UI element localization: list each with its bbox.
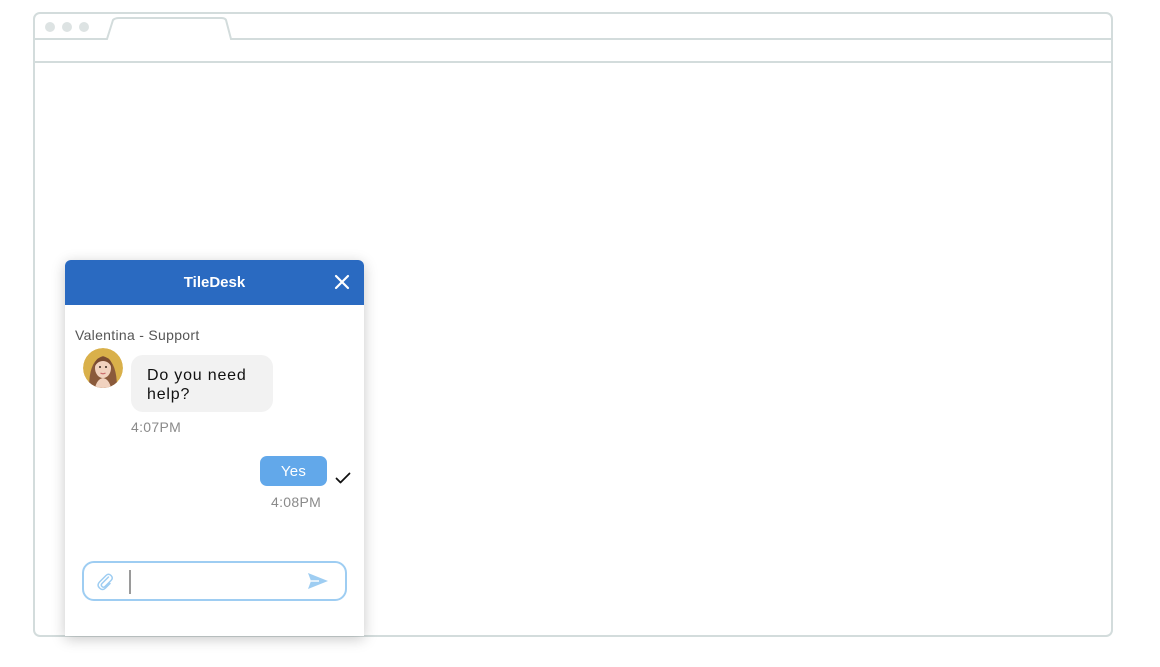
minimize-window-dot[interactable] xyxy=(62,22,72,32)
agent-message-bubble: Do you need help? xyxy=(131,355,273,412)
text-caret xyxy=(129,570,131,594)
user-message-time: 4:08PM xyxy=(271,494,322,510)
agent-name: Valentina - Support xyxy=(75,327,200,343)
chat-title: TileDesk xyxy=(183,274,246,291)
message-input[interactable] xyxy=(128,570,298,594)
paperclip-icon[interactable] xyxy=(96,572,114,592)
close-window-dot[interactable] xyxy=(45,22,55,32)
send-icon[interactable] xyxy=(307,572,329,590)
check-icon xyxy=(335,472,351,484)
chat-widget: TileDesk Valentina - Support Do you need… xyxy=(65,260,364,636)
browser-tab-bar xyxy=(35,17,1111,40)
agent-message-time: 4:07PM xyxy=(131,419,182,435)
close-icon[interactable] xyxy=(334,274,350,290)
message-composer xyxy=(82,561,347,601)
toolbar-divider xyxy=(35,61,1111,63)
window-controls xyxy=(45,22,89,32)
chat-header: TileDesk xyxy=(65,260,364,305)
maximize-window-dot[interactable] xyxy=(79,22,89,32)
agent-avatar xyxy=(83,348,123,388)
user-message-bubble: Yes xyxy=(260,456,327,486)
